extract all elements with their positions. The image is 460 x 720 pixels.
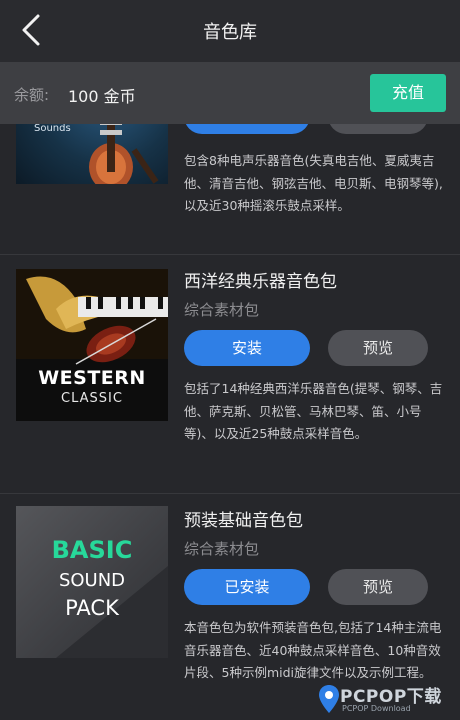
thumb-line-3: PACK bbox=[65, 596, 119, 620]
installed-button[interactable]: 已安装 bbox=[184, 569, 310, 605]
watermark-subtext: PCPOP Download bbox=[342, 704, 411, 713]
page-title: 音色库 bbox=[203, 22, 257, 43]
pack-card: WESTERN CLASSIC 西洋经典乐器音色包 综合素材包 安装 预览 包括… bbox=[0, 255, 460, 493]
pack-thumbnail[interactable]: WESTERN CLASSIC bbox=[16, 269, 168, 421]
install-button[interactable]: 安装 bbox=[184, 330, 310, 366]
pack-card: Sounds 包含8种电声乐器音色(失真电吉他、夏威夷吉他、清音吉他、钢弦吉他、… bbox=[0, 124, 460, 254]
pack-description: 包括了14种经典西洋乐器音色(提琴、钢琴、吉他、萨克斯、贝松管、马林巴琴、笛、小… bbox=[184, 381, 443, 441]
thumb-title: BASIC bbox=[51, 536, 133, 564]
location-pin-icon bbox=[319, 685, 339, 713]
pack-thumbnail[interactable]: BASIC SOUND PACK bbox=[16, 506, 168, 658]
thumb-caption: Sounds bbox=[34, 124, 71, 134]
pack-name: 预装基础音色包 bbox=[184, 511, 303, 531]
preview-button[interactable]: 预览 bbox=[328, 330, 428, 366]
pack-description: 本音色包为软件预装音色包,包括了14种主流电音乐器音色、近40种鼓点采样音色、1… bbox=[184, 620, 442, 680]
pack-description: 包含8种电声乐器音色(失真电吉他、夏威夷吉他、清音吉他、钢弦吉他、电贝斯、电钢琴… bbox=[184, 153, 443, 213]
watermark: PCPOP下载 PCPOP Download bbox=[318, 680, 458, 718]
recharge-button[interactable]: 充值 bbox=[370, 74, 446, 112]
pack-list: Sounds 包含8种电声乐器音色(失真电吉他、夏威夷吉他、清音吉他、钢弦吉他、… bbox=[0, 124, 460, 720]
top-bar: 音色库 bbox=[0, 0, 460, 62]
thumb-title: WESTERN bbox=[38, 367, 146, 389]
balance-bar: 余额: 100 金币 充值 bbox=[0, 62, 460, 124]
pack-name: 西洋经典乐器音色包 bbox=[184, 272, 337, 292]
pack-category: 综合素材包 bbox=[184, 301, 260, 319]
pack-thumbnail[interactable]: Sounds bbox=[16, 124, 168, 184]
preview-button[interactable] bbox=[328, 124, 428, 134]
preview-button[interactable]: 预览 bbox=[328, 569, 428, 605]
balance-label: 余额: bbox=[14, 86, 50, 104]
thumb-line-2: SOUND bbox=[58, 570, 126, 591]
balance-value: 100 金币 bbox=[68, 87, 136, 106]
thumb-subtitle: CLASSIC bbox=[61, 391, 123, 406]
install-button[interactable] bbox=[184, 124, 310, 134]
pack-category: 综合素材包 bbox=[184, 540, 260, 558]
